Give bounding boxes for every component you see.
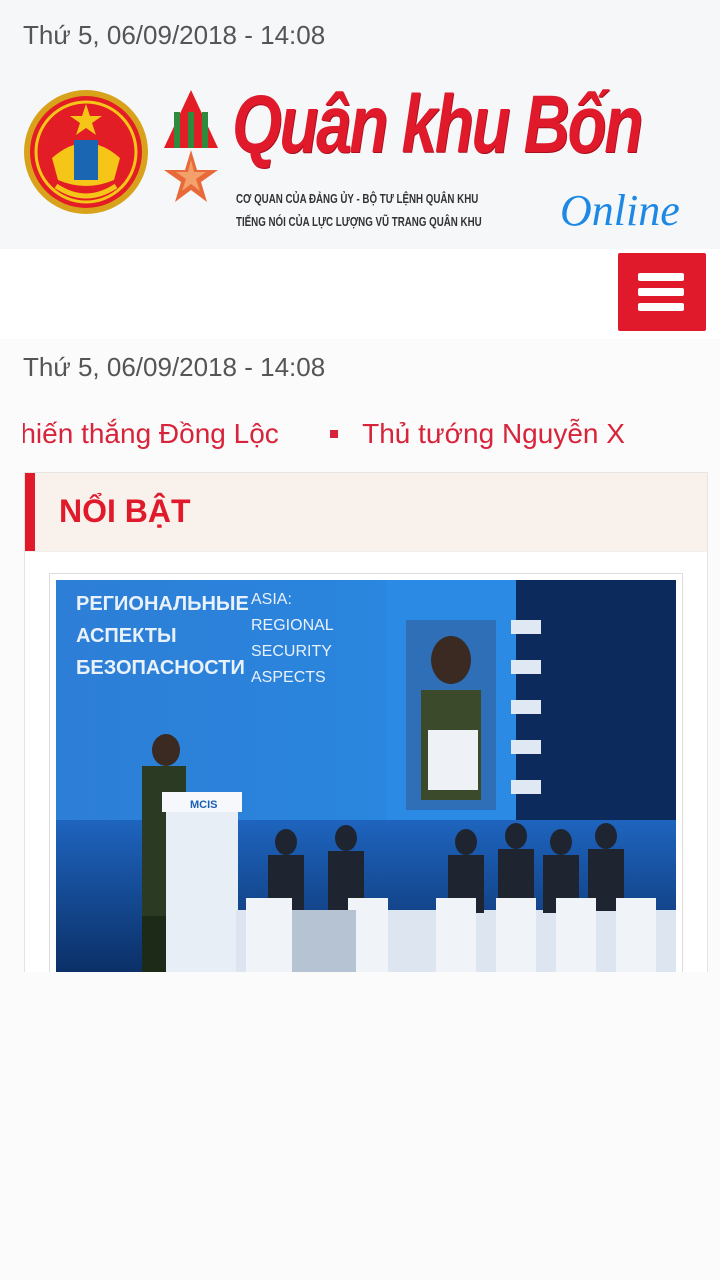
hamburger-menu-button[interactable]: [618, 253, 706, 331]
site-logo-subtitle-1: CƠ QUAN CỦA ĐẢNG ỦY - BỘ TƯ LỆNH QUÂN KH…: [236, 191, 479, 206]
news-ticker: n chiến thắng Đồng Lộc Thủ tướng Nguyễn …: [23, 414, 707, 458]
site-logo-subtitle-2: TIẾNG NÓI CỦA LỰC LƯỢNG VŨ TRANG QUÂN KH…: [236, 214, 482, 229]
site-logo-title[interactable]: Quân khu Bốn: [232, 78, 643, 172]
featured-article-image-frame[interactable]: РЕГИОНАЛЬНЫЕ АСПЕКТЫ БЕЗОПАСНОСТИ ASIA: …: [49, 573, 683, 974]
image-text-ru-3: БЕЗОПАСНОСТИ: [76, 657, 245, 679]
hamburger-icon-line: [638, 288, 684, 296]
hamburger-icon-line: [638, 303, 684, 311]
header-date: Thứ 5, 06/09/2018 - 14:08: [23, 20, 326, 50]
image-podium-logo: MCIS: [190, 799, 218, 811]
medal-star-icon: [164, 90, 218, 202]
image-text-ru-1: РЕГИОНАЛЬНЫЕ: [76, 593, 249, 615]
image-text-ru-2: АСПЕКТЫ: [76, 625, 177, 647]
featured-article-image[interactable]: РЕГИОНАЛЬНЫЕ АСПЕКТЫ БЕЗОПАСНОСТИ ASIA: …: [56, 580, 676, 974]
image-text-en-1: ASIA:: [251, 591, 292, 608]
image-text-en-2: REGIONAL: [251, 617, 334, 634]
ticker-item[interactable]: n chiến thắng Đồng Lộc: [23, 418, 279, 450]
nav-bar: [0, 249, 720, 339]
featured-header: NỔI BẬT: [25, 473, 707, 552]
featured-section: NỔI BẬT РЕГИОНАЛЬНЫЕ АСПЕКТЫ БЕЗОПАСНОСТ…: [24, 472, 708, 974]
hamburger-icon: [638, 273, 684, 281]
featured-title: NỔI BẬT: [59, 493, 191, 529]
ticker-item[interactable]: Thủ tướng Nguyễn X: [362, 418, 625, 450]
site-logo-online: Online: [560, 186, 680, 235]
nav-date: Thứ 5, 06/09/2018 - 14:08: [23, 352, 326, 382]
featured-accent-bar: [25, 473, 35, 551]
ticker-bullet-icon: [330, 429, 339, 438]
image-text-en-4: ASPECTS: [251, 669, 326, 686]
page-background: [0, 972, 720, 1280]
military-region-emblem-icon[interactable]: [22, 88, 150, 216]
image-text-en-3: SECURITY: [251, 643, 332, 660]
